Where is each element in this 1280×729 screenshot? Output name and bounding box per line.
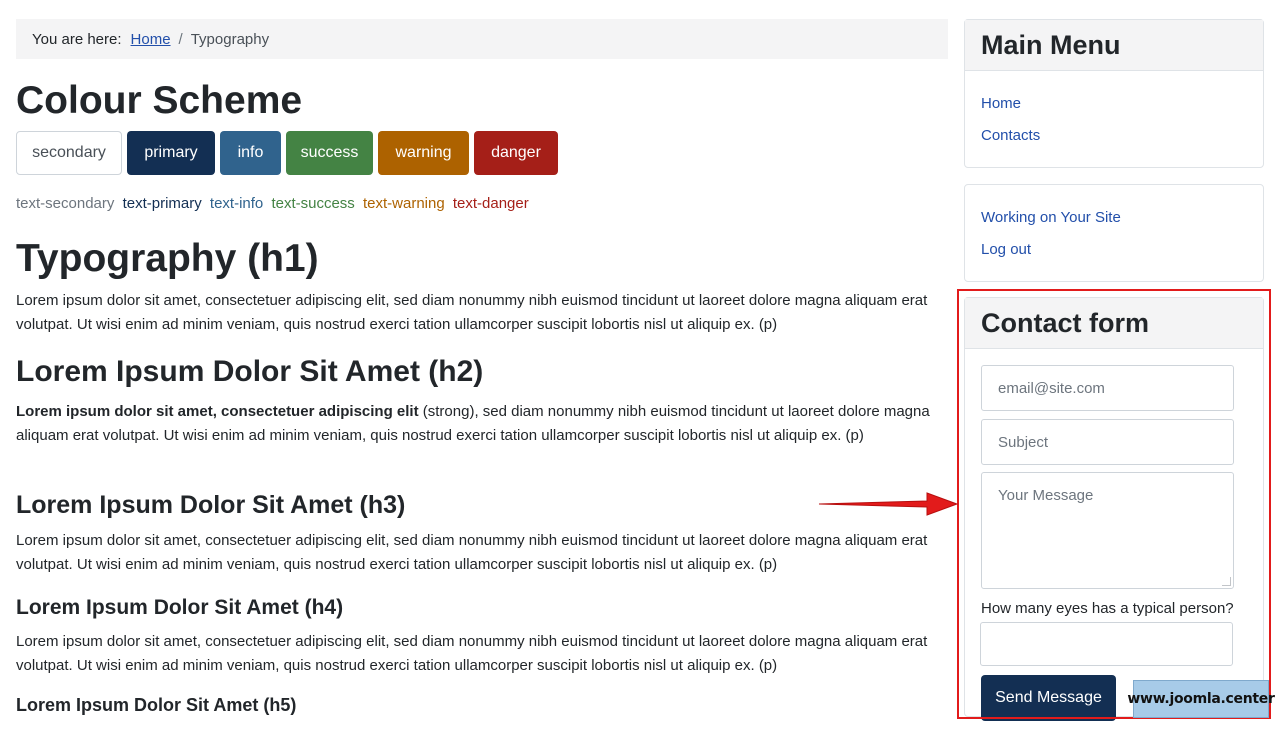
- paragraph-3: Lorem ipsum dolor sit amet, consectetuer…: [16, 532, 928, 573]
- breadcrumb-label: You are here:: [32, 30, 122, 48]
- breadcrumb-home-link[interactable]: Home: [131, 31, 171, 48]
- main-content: You are here: Home / Typography Colour S…: [16, 19, 948, 715]
- warning-button[interactable]: warning: [378, 131, 469, 175]
- text-info-sample: text-info: [209, 195, 264, 212]
- breadcrumb-separator: /: [178, 30, 183, 48]
- paragraph-1: Lorem ipsum dolor sit amet, consectetuer…: [16, 292, 928, 333]
- heading-h4: Lorem Ipsum Dolor Sit Amet (h4): [16, 596, 344, 619]
- text-danger-sample: text-danger: [452, 195, 529, 212]
- menu-item-home[interactable]: Home: [981, 95, 1021, 112]
- secondary-button[interactable]: secondary: [16, 131, 122, 175]
- breadcrumb-current: Typography: [190, 30, 270, 48]
- text-primary-sample: text-primary: [122, 195, 202, 212]
- annotation-arrow-icon: [818, 492, 959, 516]
- heading-h5: Lorem Ipsum Dolor Sit Amet (h5): [16, 695, 297, 715]
- menu-item-log-out[interactable]: Log out: [981, 241, 1031, 258]
- main-menu-card: Main Menu Home Contacts: [964, 19, 1264, 168]
- text-colour-samples: text-secondary text-primary text-info te…: [16, 195, 533, 212]
- heading-h2: Lorem Ipsum Dolor Sit Amet (h2): [16, 355, 484, 388]
- info-button[interactable]: info: [220, 131, 281, 175]
- success-button[interactable]: success: [286, 131, 373, 175]
- colour-scheme-heading: Colour Scheme: [16, 79, 303, 122]
- heading-h1: Typography (h1): [16, 237, 319, 280]
- main-menu-title: Main Menu: [965, 20, 1263, 71]
- text-warning-sample: text-warning: [362, 195, 445, 212]
- menu-item-working-on-your-site[interactable]: Working on Your Site: [981, 209, 1121, 226]
- user-menu-card: Working on Your Site Log out: [964, 184, 1264, 282]
- paragraph-4: Lorem ipsum dolor sit amet, consectetuer…: [16, 633, 928, 674]
- paragraph-2-strong: Lorem ipsum dolor sit amet, consectetuer…: [16, 403, 419, 420]
- danger-button[interactable]: danger: [474, 131, 558, 175]
- text-success-sample: text-success: [271, 195, 355, 212]
- paragraph-2: Lorem ipsum dolor sit amet, consectetuer…: [16, 400, 948, 448]
- annotation-highlight-box: [957, 289, 1271, 719]
- colour-button-row: secondary primary info success warning d…: [16, 131, 558, 175]
- breadcrumb: You are here: Home / Typography: [16, 19, 948, 59]
- menu-item-contacts[interactable]: Contacts: [981, 127, 1040, 144]
- text-secondary-sample: text-secondary: [16, 195, 115, 212]
- primary-button[interactable]: primary: [127, 131, 215, 175]
- heading-h3: Lorem Ipsum Dolor Sit Amet (h3): [16, 491, 406, 519]
- watermark-logo: www.joomla.center: [1127, 680, 1275, 718]
